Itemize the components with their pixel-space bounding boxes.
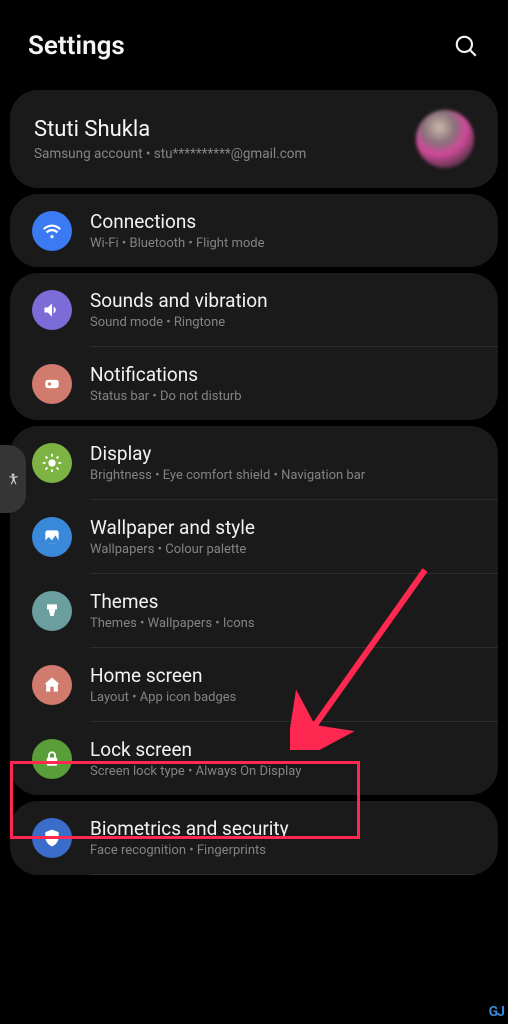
display-text: Display Brightness • Eye comfort shield … bbox=[90, 442, 476, 483]
wallpaper-item[interactable]: Wallpaper and style Wallpapers • Colour … bbox=[10, 500, 498, 573]
security-card: Biometrics and security Face recognition… bbox=[10, 801, 498, 875]
sounds-notifications-card: Sounds and vibration Sound mode • Ringto… bbox=[10, 273, 498, 420]
display-group-card: Display Brightness • Eye comfort shield … bbox=[10, 426, 498, 795]
avatar bbox=[416, 110, 474, 168]
notifications-subtitle: Status bar • Do not disturb bbox=[90, 389, 476, 404]
lock-title: Lock screen bbox=[90, 738, 476, 761]
lock-icon bbox=[32, 739, 72, 779]
account-info: Stuti Shukla Samsung account • stu******… bbox=[34, 117, 416, 162]
accessibility-icon bbox=[6, 472, 20, 486]
account-name: Stuti Shukla bbox=[34, 117, 416, 142]
sounds-subtitle: Sound mode • Ringtone bbox=[90, 315, 476, 330]
notifications-title: Notifications bbox=[90, 363, 476, 386]
account-card[interactable]: Stuti Shukla Samsung account • stu******… bbox=[10, 90, 498, 188]
home-icon bbox=[32, 665, 72, 705]
sounds-item[interactable]: Sounds and vibration Sound mode • Ringto… bbox=[10, 273, 498, 346]
lock-subtitle: Screen lock type • Always On Display bbox=[90, 764, 476, 779]
home-screen-item[interactable]: Home screen Layout • App icon badges bbox=[10, 648, 498, 721]
themes-text: Themes Themes • Wallpapers • Icons bbox=[90, 590, 476, 631]
search-icon bbox=[453, 33, 479, 59]
display-subtitle: Brightness • Eye comfort shield • Naviga… bbox=[90, 468, 476, 483]
home-text: Home screen Layout • App icon badges bbox=[90, 664, 476, 705]
themes-title: Themes bbox=[90, 590, 476, 613]
lock-text: Lock screen Screen lock type • Always On… bbox=[90, 738, 476, 779]
connections-title: Connections bbox=[90, 210, 476, 233]
wifi-icon bbox=[32, 211, 72, 251]
connections-item[interactable]: Connections Wi-Fi • Bluetooth • Flight m… bbox=[10, 194, 498, 267]
header: Settings bbox=[0, 0, 508, 84]
home-subtitle: Layout • App icon badges bbox=[90, 690, 476, 705]
display-icon bbox=[32, 443, 72, 483]
connections-subtitle: Wi-Fi • Bluetooth • Flight mode bbox=[90, 236, 476, 251]
sounds-text: Sounds and vibration Sound mode • Ringto… bbox=[90, 289, 476, 330]
connections-text: Connections Wi-Fi • Bluetooth • Flight m… bbox=[90, 210, 476, 251]
display-title: Display bbox=[90, 442, 476, 465]
shield-icon bbox=[32, 818, 72, 858]
search-button[interactable] bbox=[448, 28, 484, 64]
wallpaper-text: Wallpaper and style Wallpapers • Colour … bbox=[90, 516, 476, 557]
sounds-title: Sounds and vibration bbox=[90, 289, 476, 312]
themes-subtitle: Themes • Wallpapers • Icons bbox=[90, 616, 476, 631]
biometrics-item[interactable]: Biometrics and security Face recognition… bbox=[10, 801, 498, 874]
notifications-icon bbox=[32, 364, 72, 404]
watermark: GJ bbox=[489, 1004, 504, 1020]
divider bbox=[90, 874, 498, 875]
page-title: Settings bbox=[28, 31, 125, 61]
wallpaper-subtitle: Wallpapers • Colour palette bbox=[90, 542, 476, 557]
themes-icon bbox=[32, 591, 72, 631]
wallpaper-title: Wallpaper and style bbox=[90, 516, 476, 539]
themes-item[interactable]: Themes Themes • Wallpapers • Icons bbox=[10, 574, 498, 647]
notifications-text: Notifications Status bar • Do not distur… bbox=[90, 363, 476, 404]
connections-card: Connections Wi-Fi • Bluetooth • Flight m… bbox=[10, 194, 498, 267]
biometrics-title: Biometrics and security bbox=[90, 817, 476, 840]
display-item[interactable]: Display Brightness • Eye comfort shield … bbox=[10, 426, 498, 499]
accessibility-tab[interactable] bbox=[0, 445, 26, 513]
home-title: Home screen bbox=[90, 664, 476, 687]
notifications-item[interactable]: Notifications Status bar • Do not distur… bbox=[10, 347, 498, 420]
biometrics-text: Biometrics and security Face recognition… bbox=[90, 817, 476, 858]
biometrics-subtitle: Face recognition • Fingerprints bbox=[90, 843, 476, 858]
account-subtitle: Samsung account • stu**********@gmail.co… bbox=[34, 146, 416, 162]
sound-icon bbox=[32, 290, 72, 330]
wallpaper-icon bbox=[32, 517, 72, 557]
lock-screen-item[interactable]: Lock screen Screen lock type • Always On… bbox=[10, 722, 498, 795]
